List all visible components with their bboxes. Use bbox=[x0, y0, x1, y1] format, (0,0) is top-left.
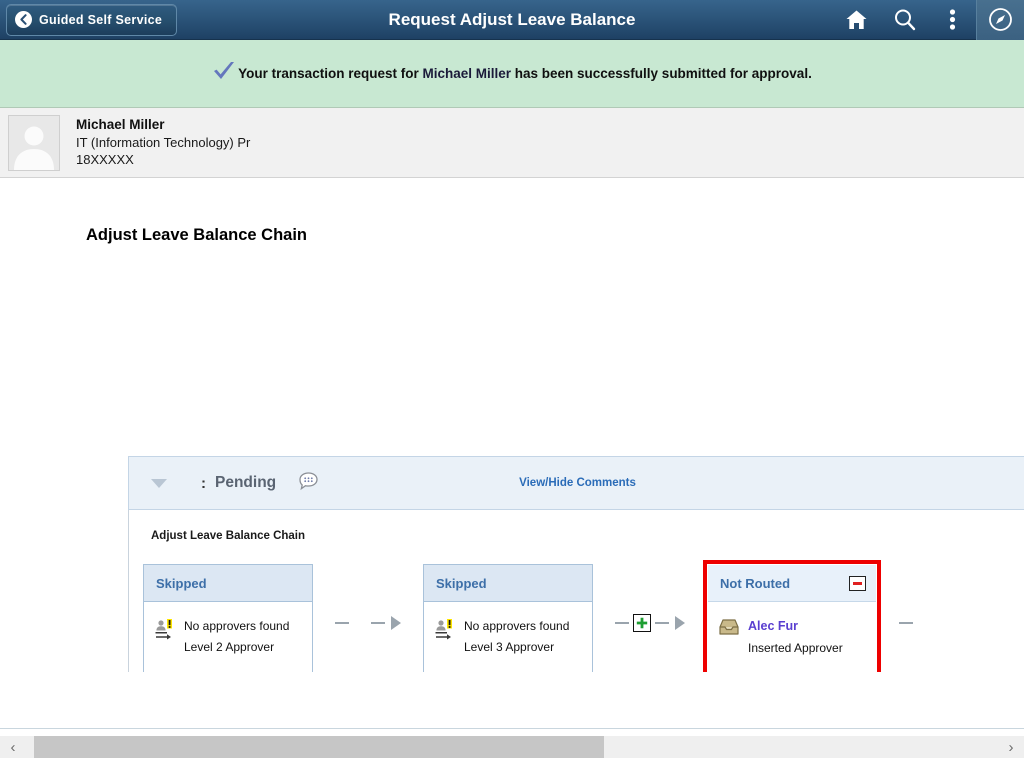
user-placeholder-avatar bbox=[8, 114, 60, 171]
connector-dash bbox=[335, 621, 349, 624]
approval-stage-line2: Level 3 Approver bbox=[464, 640, 555, 654]
status-badge: Pending bbox=[215, 474, 277, 491]
connector-dash bbox=[655, 621, 669, 624]
success-banner-content: Your transaction request for Michael Mil… bbox=[212, 60, 812, 87]
checkmark-icon bbox=[212, 60, 236, 87]
approver-warning-icon bbox=[434, 618, 456, 672]
approval-chain-body: Adjust Leave Balance Chain Skipped No ap… bbox=[128, 510, 1024, 672]
success-banner-text: Your transaction request for Michael Mil… bbox=[238, 66, 812, 81]
mail-tray-icon bbox=[718, 618, 740, 672]
scroll-left-icon[interactable]: ‹ bbox=[0, 740, 26, 755]
scroll-right-icon[interactable]: › bbox=[998, 740, 1024, 755]
banner-text-after: has been successfully submitted for appr… bbox=[510, 66, 812, 81]
approval-stage-body: No approvers found Level 3 Approver bbox=[424, 602, 592, 672]
arrow-right-icon bbox=[675, 615, 685, 630]
employee-summary: Michael Miller IT (Information Technolog… bbox=[0, 108, 1024, 178]
approver-name-link[interactable]: Alec Fur bbox=[748, 616, 843, 638]
navigator-compass-icon[interactable] bbox=[976, 0, 1024, 40]
section-heading: Adjust Leave Balance Chain bbox=[86, 226, 307, 244]
approval-stage-line1: No approvers found bbox=[464, 619, 570, 633]
stage-connector bbox=[313, 604, 423, 641]
banner-employee-name: Michael Miller bbox=[422, 66, 511, 81]
main-content: Adjust Leave Balance Chain : Pending Vie… bbox=[0, 178, 1024, 672]
success-banner: Your transaction request for Michael Mil… bbox=[0, 40, 1024, 108]
approver-warning-icon bbox=[154, 618, 176, 672]
back-button[interactable]: Guided Self Service bbox=[6, 3, 178, 36]
approval-stage-line1: No approvers found bbox=[184, 619, 290, 633]
approval-stage-header: Skipped bbox=[424, 565, 592, 602]
arrow-right-icon bbox=[391, 615, 401, 630]
approval-stage-header: Skipped bbox=[144, 565, 312, 602]
approval-chain-header: : Pending View/Hide Comments bbox=[128, 456, 1024, 510]
home-icon[interactable] bbox=[832, 0, 880, 40]
approval-stage-text: Alec Fur Inserted Approver bbox=[748, 616, 843, 672]
view-hide-comments-link[interactable]: View/Hide Comments bbox=[519, 477, 636, 489]
approval-stage[interactable]: Skipped bbox=[423, 564, 593, 672]
employee-name: Michael Miller bbox=[76, 117, 165, 133]
banner-text-before: Your transaction request for bbox=[238, 66, 423, 81]
connector-dash bbox=[615, 621, 629, 624]
search-icon[interactable] bbox=[880, 0, 928, 40]
plus-insert-icon[interactable] bbox=[633, 613, 651, 632]
scrollbar-thumb[interactable] bbox=[34, 736, 604, 758]
approval-stage-text: No approvers found Level 2 Approver bbox=[184, 616, 289, 672]
employee-details: Michael Miller IT (Information Technolog… bbox=[76, 116, 250, 168]
employee-department: IT (Information Technology) Pr bbox=[76, 135, 251, 151]
approval-stage-body: Alec Fur Inserted Approver bbox=[708, 602, 876, 672]
kebab-menu-icon[interactable] bbox=[928, 0, 976, 40]
approval-stage[interactable]: Skipped bbox=[143, 564, 313, 672]
comment-bubble-icon[interactable] bbox=[298, 471, 319, 496]
scrollbar-track[interactable] bbox=[26, 736, 998, 758]
back-button-label: Guided Self Service bbox=[39, 12, 163, 27]
approval-stage-title: Skipped bbox=[156, 575, 207, 591]
approval-stage-text: No approvers found Level 3 Approver bbox=[464, 616, 569, 672]
approval-stage-line2: Level 2 Approver bbox=[184, 640, 275, 654]
horizontal-scrollbar[interactable]: ‹ › bbox=[0, 728, 1024, 768]
approval-chain-panel: : Pending View/Hide Comments Adjust Leav… bbox=[128, 456, 1024, 672]
approval-stage-line2: Inserted Approver bbox=[748, 640, 843, 655]
approval-stage-row: Skipped No approvers found Level 2 Appro… bbox=[129, 560, 1024, 672]
app-header: Guided Self Service Request Adjust Leave… bbox=[0, 0, 1024, 40]
minus-remove-icon[interactable] bbox=[849, 575, 866, 591]
employee-id: 18XXXXX bbox=[76, 152, 134, 168]
approval-stage-highlighted[interactable]: Not Routed Alec Fur Inserted Approver bbox=[703, 560, 881, 672]
stage-connector-insert bbox=[593, 604, 707, 641]
chevron-left-icon bbox=[15, 11, 32, 28]
scrollbar-track-area: ‹ › bbox=[0, 736, 1024, 758]
connector-dash bbox=[899, 621, 913, 624]
approval-stage-header: Not Routed bbox=[708, 565, 876, 602]
approval-stage-title: Skipped bbox=[436, 575, 487, 591]
stage-connector-trailing bbox=[877, 604, 913, 641]
approval-stage-body: No approvers found Level 2 Approver bbox=[144, 602, 312, 672]
chevron-down-icon[interactable] bbox=[151, 478, 167, 488]
connector-dash bbox=[371, 621, 385, 624]
chain-subtitle: Adjust Leave Balance Chain bbox=[151, 530, 306, 542]
status-separator: : bbox=[201, 474, 206, 492]
header-icon-group bbox=[832, 0, 1024, 40]
approval-stage-title: Not Routed bbox=[720, 575, 791, 591]
